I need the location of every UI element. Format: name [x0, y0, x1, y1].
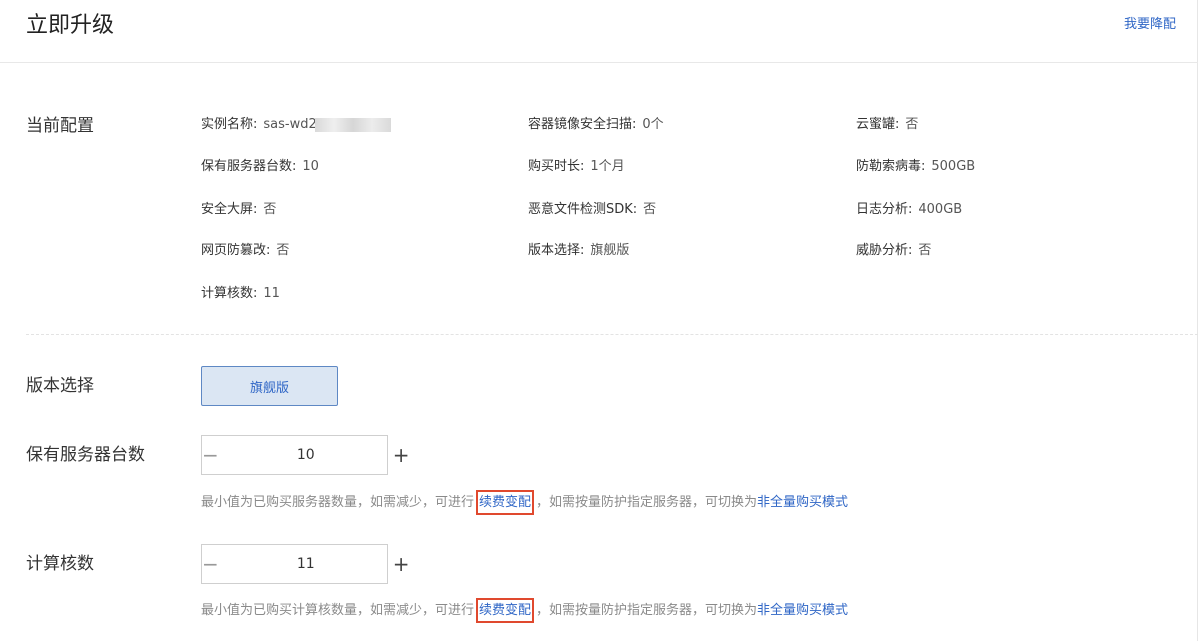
config-item-security-screen: 安全大屏: 否	[201, 201, 276, 219]
config-item-image-scan: 容器镜像安全扫描: 0个	[528, 116, 664, 134]
config-value: 否	[918, 243, 932, 258]
config-key: 版本选择:	[528, 243, 585, 258]
config-item-honeypot: 云蜜罐: 否	[856, 116, 918, 134]
config-item-anti-ransomware: 防勒索病毒: 500GB	[856, 158, 975, 176]
core-count-label: 计算核数	[26, 554, 94, 574]
config-item-core-count: 计算核数: 11	[201, 285, 280, 303]
config-item-edition: 版本选择: 旗舰版	[528, 242, 629, 260]
increment-button[interactable]: +	[393, 545, 410, 583]
decrement-button[interactable]: −	[202, 436, 219, 474]
config-key: 容器镜像安全扫描:	[528, 117, 637, 132]
config-item-malware-sdk: 恶意文件检测SDK: 否	[528, 201, 656, 219]
config-value: 否	[276, 243, 290, 258]
renew-change-link[interactable]: 续费变配	[476, 490, 535, 515]
hint-text: ，如需按量防护指定服务器，可切换为	[536, 603, 758, 618]
hint-text: 最小值为已购买计算核数量，如需减少，可进行	[201, 603, 475, 618]
config-value: 0个	[642, 117, 664, 132]
edition-label: 版本选择	[26, 376, 94, 396]
decrement-button[interactable]: −	[202, 545, 219, 583]
config-key: 安全大屏:	[201, 202, 258, 217]
config-key: 计算核数:	[201, 286, 258, 301]
config-item-instance-name: 实例名称: sas-wd2	[201, 116, 391, 134]
redaction-mask	[314, 117, 391, 132]
server-count-label: 保有服务器台数	[26, 445, 145, 465]
config-value: 400GB	[918, 202, 963, 217]
section-divider	[26, 334, 1198, 335]
config-key: 实例名称:	[201, 117, 258, 132]
config-key: 日志分析:	[856, 202, 913, 217]
config-item-log-analysis: 日志分析: 400GB	[856, 201, 962, 219]
config-key: 云蜜罐:	[856, 117, 900, 132]
core-count-stepper: − +	[201, 544, 410, 584]
core-count-hint: 最小值为已购买计算核数量，如需减少，可进行 续费变配 ，如需按量防护指定服务器，可切…	[201, 598, 848, 623]
config-key: 恶意文件检测SDK:	[528, 202, 638, 217]
page-header: 立即升级 我要降配	[0, 0, 1198, 63]
edition-option-flagship[interactable]: 旗舰版	[201, 366, 338, 406]
page-title: 立即升级	[26, 13, 115, 38]
config-item-threat-analysis: 威胁分析: 否	[856, 242, 931, 260]
config-value: 旗舰版	[590, 243, 630, 258]
hint-text: ，如需按量防护指定服务器，可切换为	[536, 495, 758, 510]
config-value: 11	[263, 286, 280, 301]
non-full-purchase-mode-link[interactable]: 非全量购买模式	[757, 495, 848, 510]
config-item-duration: 购买时长: 1个月	[528, 158, 625, 176]
upgrade-panel: 立即升级 我要降配 当前配置 实例名称: sas-wd2 容器镜像安全扫描: 0个 …	[0, 0, 1198, 641]
config-value: sas-wd2	[263, 117, 317, 132]
hint-text: 最小值为已购买服务器数量，如需减少，可进行	[201, 495, 475, 510]
config-item-server-count: 保有服务器台数: 10	[201, 158, 319, 176]
downgrade-link[interactable]: 我要降配	[1124, 16, 1176, 34]
increment-button[interactable]: +	[393, 436, 410, 474]
config-value: 500GB	[931, 159, 976, 174]
config-key: 保有服务器台数:	[201, 159, 297, 174]
config-key: 防勒索病毒:	[856, 159, 926, 174]
config-value: 否	[643, 202, 657, 217]
non-full-purchase-mode-link[interactable]: 非全量购买模式	[757, 603, 848, 618]
server-count-stepper: − +	[201, 435, 410, 475]
server-count-input[interactable]	[218, 436, 393, 474]
config-value: 10	[302, 159, 319, 174]
config-key: 网页防篡改:	[201, 243, 271, 258]
core-count-input[interactable]	[218, 545, 393, 583]
config-value: 1个月	[590, 159, 625, 174]
config-value: 否	[263, 202, 277, 217]
server-count-hint: 最小值为已购买服务器数量，如需减少，可进行 续费变配 ，如需按量防护指定服务器，可切…	[201, 490, 848, 515]
config-item-web-tamper: 网页防篡改: 否	[201, 242, 289, 260]
config-value: 否	[905, 117, 919, 132]
config-key: 威胁分析:	[856, 243, 913, 258]
config-key: 购买时长:	[528, 159, 585, 174]
current-config-label: 当前配置	[26, 116, 94, 136]
renew-change-link[interactable]: 续费变配	[476, 598, 535, 623]
